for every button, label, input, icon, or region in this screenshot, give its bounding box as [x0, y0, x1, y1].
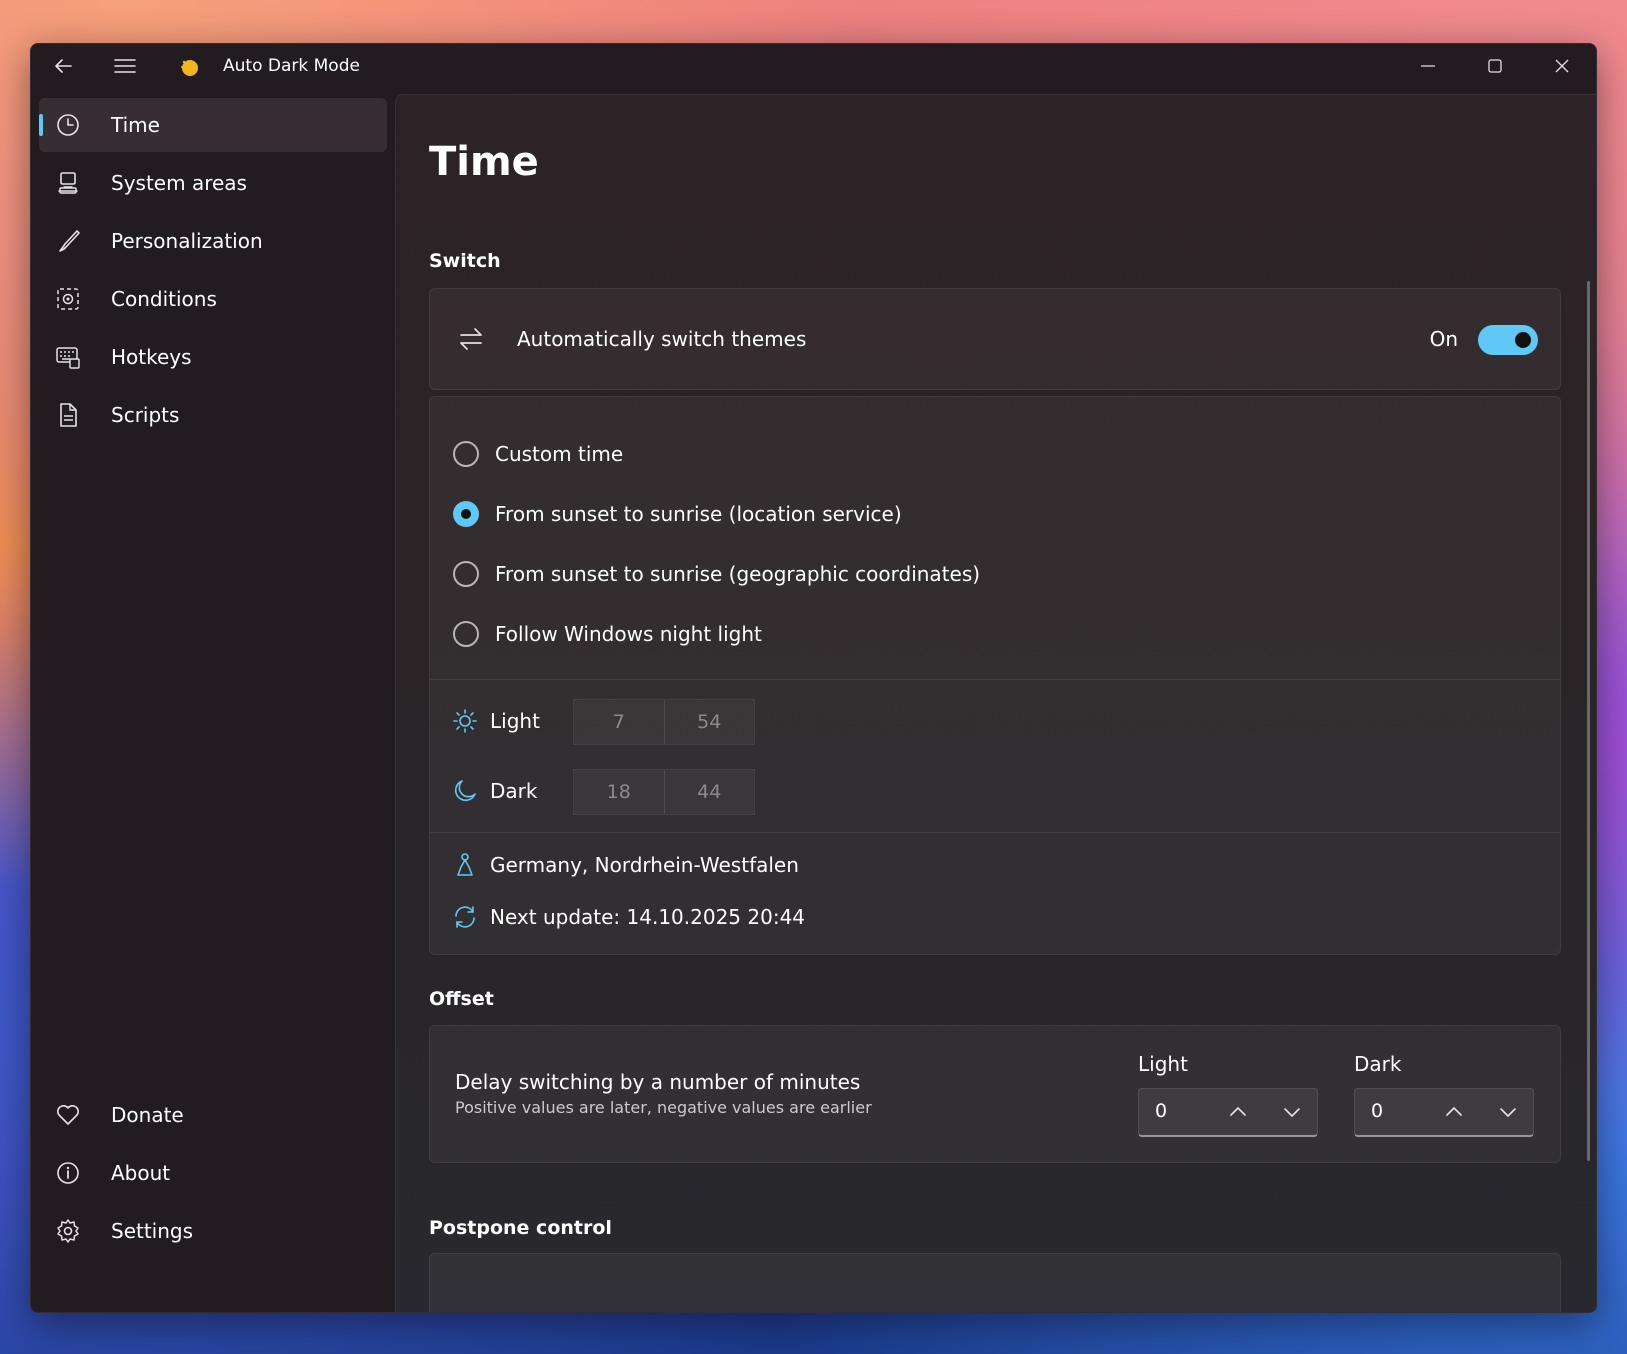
sidebar-item-settings[interactable]: Settings [39, 1204, 387, 1258]
next-update-text: Next update: 14.10.2025 20:44 [490, 905, 806, 929]
minimize-button[interactable] [1394, 44, 1462, 88]
sidebar-item-label: System areas [111, 171, 247, 195]
sidebar-item-label: Time [111, 113, 160, 137]
light-label: Light [490, 709, 540, 733]
maximize-icon [1488, 59, 1502, 73]
dark-time-picker[interactable]: 18 44 [573, 769, 755, 815]
auto-switch-toggle[interactable] [1478, 325, 1538, 355]
back-arrow-icon [55, 59, 72, 73]
refresh-icon [452, 904, 478, 930]
app-window: Auto Dark Mode Time System areas Persona… [30, 43, 1597, 1313]
moon-icon [452, 778, 478, 804]
light-time-picker[interactable]: 7 54 [573, 699, 755, 745]
sidebar-item-label: Hotkeys [111, 345, 192, 369]
section-title-switch: Switch [429, 250, 501, 272]
heart-icon [55, 1102, 81, 1128]
close-button[interactable] [1528, 44, 1596, 88]
keyboard-icon [55, 344, 81, 370]
postpone-card [429, 1253, 1561, 1312]
offset-dark-value: 0 [1371, 1100, 1384, 1122]
sidebar-item-donate[interactable]: Donate [39, 1088, 387, 1142]
sidebar-item-personalization[interactable]: Personalization [39, 214, 387, 268]
toggle-knob [1515, 332, 1531, 348]
page-title: Time [429, 139, 539, 185]
offset-light-value: 0 [1155, 1100, 1168, 1122]
sidebar-item-time[interactable]: Time [39, 98, 387, 152]
offset-dark-label: Dark [1354, 1052, 1402, 1076]
computer-icon [55, 170, 81, 196]
offset-light-label: Light [1138, 1052, 1188, 1076]
title-bar: Auto Dark Mode [31, 44, 1596, 88]
chevron-up-icon [1230, 1107, 1246, 1116]
app-logo-icon [179, 56, 201, 78]
sun-icon [452, 708, 478, 734]
section-title-offset: Offset [429, 988, 494, 1010]
auto-switch-card: Automatically switch themes On [429, 288, 1561, 390]
decrement-button[interactable] [1279, 1099, 1305, 1125]
close-icon [1555, 59, 1569, 73]
offset-light-input[interactable]: 0 [1138, 1088, 1318, 1137]
gear-icon [55, 1218, 81, 1244]
maximize-button[interactable] [1461, 44, 1529, 88]
location-person-icon [452, 852, 478, 878]
clock-icon [55, 112, 81, 138]
chevron-down-icon [1284, 1108, 1300, 1117]
brush-icon [55, 228, 81, 254]
switch-arrows-icon [457, 325, 485, 353]
scrollbar[interactable] [1587, 281, 1590, 1161]
decrement-button[interactable] [1495, 1099, 1521, 1125]
auto-switch-label: Automatically switch themes [517, 327, 807, 351]
chevron-up-icon [1446, 1107, 1462, 1116]
sidebar-item-conditions[interactable]: Conditions [39, 272, 387, 326]
increment-button[interactable] [1225, 1099, 1251, 1125]
radio-night-light[interactable] [453, 621, 479, 647]
section-title-postpone: Postpone control [429, 1217, 612, 1239]
sidebar-item-label: Conditions [111, 287, 217, 311]
back-button[interactable] [43, 50, 83, 82]
hamburger-icon [114, 59, 136, 73]
content-pane: Time Switch Automatically switch themes … [395, 94, 1596, 1312]
conditions-icon [55, 286, 81, 312]
radio-location-service[interactable] [453, 501, 479, 527]
sidebar-item-label: Donate [111, 1103, 184, 1127]
app-title: Auto Dark Mode [223, 56, 360, 76]
location-text: Germany, Nordrhein-Westfalen [490, 853, 799, 877]
radio-label-night-light: Follow Windows night light [495, 622, 762, 646]
light-hour: 7 [574, 700, 665, 744]
menu-button[interactable] [105, 50, 145, 82]
offset-subtitle: Positive values are later, negative valu… [455, 1098, 872, 1117]
info-icon [55, 1160, 81, 1186]
minimize-icon [1421, 65, 1435, 67]
divider [430, 832, 1560, 833]
sidebar-item-label: About [111, 1161, 171, 1185]
radio-label-geographic-coordinates: From sunset to sunrise (geographic coord… [495, 562, 981, 586]
sidebar-item-label: Settings [111, 1219, 194, 1243]
sidebar-item-label: Personalization [111, 229, 263, 253]
sidebar-item-label: Scripts [111, 403, 180, 427]
sidebar: Time System areas Personalization Condit… [31, 88, 387, 1312]
increment-button[interactable] [1441, 1099, 1467, 1125]
offset-dark-input[interactable]: 0 [1354, 1088, 1534, 1137]
offset-title: Delay switching by a number of minutes [455, 1070, 861, 1094]
sidebar-item-scripts[interactable]: Scripts [39, 388, 387, 442]
sidebar-item-system-areas[interactable]: System areas [39, 156, 387, 210]
selection-indicator [39, 114, 43, 136]
dark-hour: 18 [574, 770, 665, 814]
toggle-state-label: On [1429, 327, 1458, 351]
document-icon [55, 402, 81, 428]
dark-label: Dark [490, 779, 538, 803]
dark-minute: 44 [697, 781, 722, 803]
radio-label-custom-time: Custom time [495, 442, 624, 466]
divider [430, 679, 1560, 680]
sidebar-item-hotkeys[interactable]: Hotkeys [39, 330, 387, 384]
offset-card: Delay switching by a number of minutes P… [429, 1025, 1561, 1163]
chevron-down-icon [1500, 1108, 1516, 1117]
radio-label-location-service: From sunset to sunrise (location service… [495, 502, 902, 526]
mode-card: Custom time From sunset to sunrise (loca… [429, 396, 1561, 955]
radio-geographic-coordinates[interactable] [453, 561, 479, 587]
sidebar-item-about[interactable]: About [39, 1146, 387, 1200]
radio-custom-time[interactable] [453, 441, 479, 467]
light-minute: 54 [697, 711, 722, 733]
